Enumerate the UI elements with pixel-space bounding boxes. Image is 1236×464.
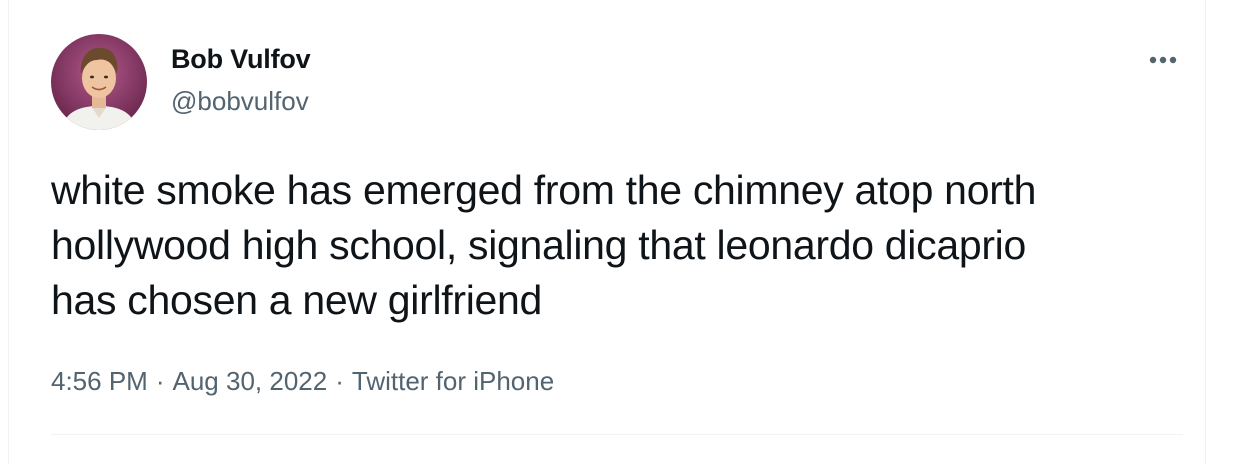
divider bbox=[51, 434, 1183, 435]
meta-separator: · bbox=[155, 366, 165, 396]
tweet-source-link[interactable]: Twitter for iPhone bbox=[352, 366, 554, 396]
author-avatar[interactable] bbox=[51, 34, 147, 130]
author-handle[interactable]: @bobvulfov bbox=[171, 86, 309, 117]
tweet-text: white smoke has emerged from the chimney… bbox=[51, 163, 1191, 328]
more-options-button[interactable] bbox=[1145, 48, 1181, 72]
user-avatar-photo-icon bbox=[51, 34, 147, 130]
tweet-text-line: white smoke has emerged from the chimney… bbox=[51, 167, 1037, 213]
tweet-meta: 4:56 PM · Aug 30, 2022 · Twitter for iPhone bbox=[51, 366, 554, 397]
tweet-text-line: hollywood high school, signaling that le… bbox=[51, 222, 1026, 268]
tweet-time-link[interactable]: 4:56 PM bbox=[51, 366, 148, 396]
tweet-card: Bob Vulfov @bobvulfov white smoke has em… bbox=[8, 0, 1206, 464]
more-dots-icon bbox=[1149, 56, 1177, 64]
tweet-text-line: has chosen a new girlfriend bbox=[51, 277, 543, 323]
meta-separator: · bbox=[335, 366, 344, 396]
author-display-name[interactable]: Bob Vulfov bbox=[171, 44, 311, 75]
tweet-date-link[interactable]: Aug 30, 2022 bbox=[173, 366, 328, 396]
